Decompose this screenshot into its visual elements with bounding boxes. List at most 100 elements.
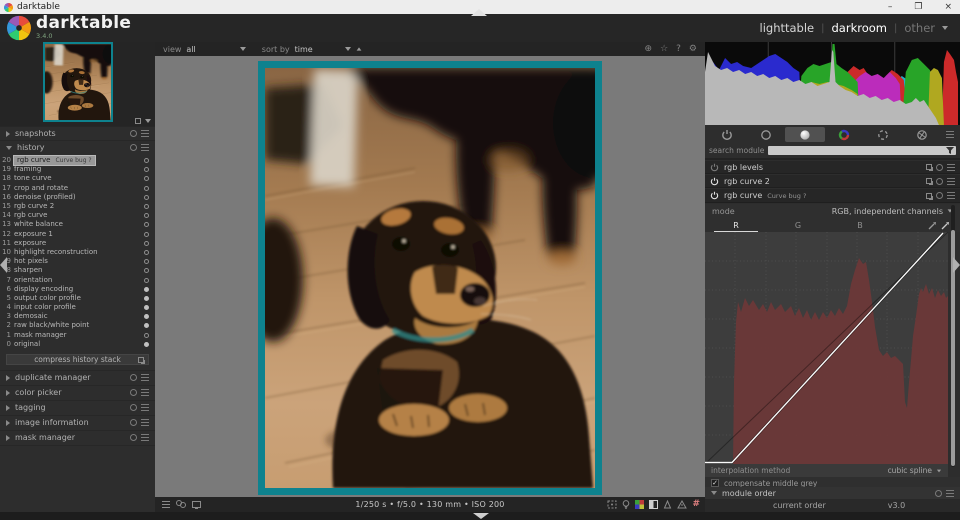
- history-item[interactable]: 5output color profile: [0, 294, 155, 303]
- presets-icon[interactable]: [947, 178, 955, 185]
- sort-ascending-icon[interactable]: [356, 47, 361, 50]
- history-enable-icon[interactable]: [144, 296, 149, 301]
- section-mask-manager[interactable]: mask manager: [0, 430, 155, 445]
- history-enable-icon[interactable]: [144, 333, 149, 338]
- grid-icon[interactable]: ⊕: [645, 44, 653, 54]
- history-item[interactable]: 9hot pixels: [0, 257, 155, 266]
- reset-icon[interactable]: [130, 419, 137, 426]
- module-search-input[interactable]: [768, 146, 956, 155]
- history-item[interactable]: 17crop and rotate: [0, 184, 155, 193]
- top-panel-collapse-arrow[interactable]: [471, 9, 487, 16]
- history-item[interactable]: 18tone curve: [0, 174, 155, 183]
- presets-icon[interactable]: [947, 164, 955, 171]
- active-modules-group-tab[interactable]: [707, 127, 746, 142]
- histogram[interactable]: [705, 42, 960, 125]
- iso-lamp-icon[interactable]: [622, 500, 630, 509]
- right-panel-collapse-arrow[interactable]: [953, 257, 960, 273]
- channel-tab-r[interactable]: R: [705, 221, 767, 230]
- tone-group-tab[interactable]: [785, 127, 824, 142]
- reset-icon[interactable]: [935, 490, 942, 497]
- multi-instance-icon[interactable]: [926, 178, 932, 184]
- left-panel-collapse-arrow[interactable]: [0, 257, 7, 273]
- presets-menu-icon[interactable]: [942, 127, 958, 142]
- history-enable-icon[interactable]: [144, 213, 149, 218]
- presets-icon[interactable]: [141, 144, 149, 151]
- presets-icon[interactable]: [141, 389, 149, 396]
- filter-funnel-icon[interactable]: [946, 147, 954, 154]
- presets-icon[interactable]: [141, 404, 149, 411]
- raw-overexposure-icon[interactable]: [607, 500, 617, 509]
- view-filter-value[interactable]: all: [186, 45, 195, 54]
- curve-mode-select[interactable]: RGB, independent channels: [832, 207, 943, 216]
- edited-image[interactable]: [258, 61, 602, 495]
- history-item[interactable]: 11exposure: [0, 239, 155, 248]
- history-item[interactable]: 1mask manager: [0, 331, 155, 340]
- gamut-check-icon[interactable]: [635, 500, 644, 509]
- history-item[interactable]: 2raw black/white point: [0, 321, 155, 330]
- sort-value[interactable]: time: [295, 45, 313, 54]
- history-enable-icon[interactable]: [144, 278, 149, 283]
- restore-button[interactable]: ❐: [914, 0, 922, 14]
- star-icon[interactable]: ☆: [660, 44, 668, 54]
- zoom-dropdown-icon[interactable]: [145, 119, 151, 123]
- history-enable-icon[interactable]: [144, 158, 149, 163]
- history-enable-icon[interactable]: [144, 167, 149, 172]
- history-item[interactable]: 13white balance: [0, 220, 155, 229]
- close-button[interactable]: ×: [944, 0, 952, 14]
- compress-history-button[interactable]: compress history stack: [6, 354, 149, 365]
- history-item[interactable]: 14rgb curve: [0, 211, 155, 220]
- reset-icon[interactable]: [936, 192, 943, 199]
- presets-icon[interactable]: [141, 374, 149, 381]
- module-rgb-levels[interactable]: rgb levels: [705, 161, 960, 174]
- history-item[interactable]: 6display encoding: [0, 285, 155, 294]
- history-enable-icon[interactable]: [144, 342, 149, 347]
- view-filter-dropdown-icon[interactable]: [240, 47, 246, 51]
- section-image-information[interactable]: image information: [0, 415, 155, 430]
- checkbox-icon[interactable]: ✓: [711, 479, 719, 487]
- zoom-fit-icon[interactable]: [135, 118, 141, 124]
- history-enable-icon[interactable]: [144, 176, 149, 181]
- softproof-icon[interactable]: [663, 500, 672, 509]
- reset-icon[interactable]: [936, 164, 943, 171]
- color-picker-set-icon[interactable]: [941, 221, 950, 230]
- history-item[interactable]: 3demosaic: [0, 312, 155, 321]
- section-history[interactable]: history: [0, 140, 155, 154]
- view-other[interactable]: other: [904, 21, 935, 35]
- section-tagging[interactable]: tagging: [0, 400, 155, 415]
- gear-icon[interactable]: ⚙: [689, 44, 697, 54]
- multi-instance-icon[interactable]: [926, 193, 932, 199]
- overexposure-icon[interactable]: [649, 500, 658, 509]
- presets-icon[interactable]: [947, 192, 955, 199]
- interpolation-dropdown-icon[interactable]: [937, 469, 941, 472]
- history-item[interactable]: 7orientation: [0, 275, 155, 284]
- bottom-panel-collapse-arrow[interactable]: [473, 513, 489, 519]
- reset-icon[interactable]: [130, 404, 137, 411]
- module-rgb-curve[interactable]: rgb curve Curve bug ?: [705, 189, 960, 203]
- history-item[interactable]: 8sharpen: [0, 266, 155, 275]
- sort-dropdown-icon[interactable]: [345, 47, 351, 51]
- module-power-icon[interactable]: [710, 191, 719, 200]
- presets-icon[interactable]: [141, 434, 149, 441]
- history-item[interactable]: 10highlight reconstruction: [0, 248, 155, 257]
- presets-icon[interactable]: [141, 130, 149, 137]
- effects-group-tab[interactable]: [903, 127, 942, 142]
- module-rgb-curve-2[interactable]: rgb curve 2: [705, 175, 960, 188]
- view-darkroom[interactable]: darkroom: [832, 21, 887, 35]
- history-item[interactable]: 0original: [0, 340, 155, 349]
- section-duplicate-manager[interactable]: duplicate manager: [0, 370, 155, 385]
- channel-tab-g[interactable]: G: [767, 221, 829, 230]
- base-group-tab[interactable]: [746, 127, 785, 142]
- reset-icon[interactable]: [130, 130, 137, 137]
- section-snapshots[interactable]: snapshots: [0, 126, 155, 140]
- presets-icon[interactable]: [946, 490, 954, 497]
- channel-tab-b[interactable]: B: [829, 221, 891, 230]
- history-item[interactable]: 12exposure 1: [0, 230, 155, 239]
- minimize-button[interactable]: –: [888, 0, 893, 14]
- history-item[interactable]: 19framing: [0, 165, 155, 174]
- history-enable-icon[interactable]: [144, 268, 149, 273]
- guides-icon[interactable]: #: [692, 500, 700, 509]
- help-icon[interactable]: ?: [676, 44, 681, 54]
- history-item[interactable]: 16denoise (profiled): [0, 193, 155, 202]
- color-group-tab[interactable]: [825, 127, 864, 142]
- views-dropdown-icon[interactable]: [942, 26, 948, 30]
